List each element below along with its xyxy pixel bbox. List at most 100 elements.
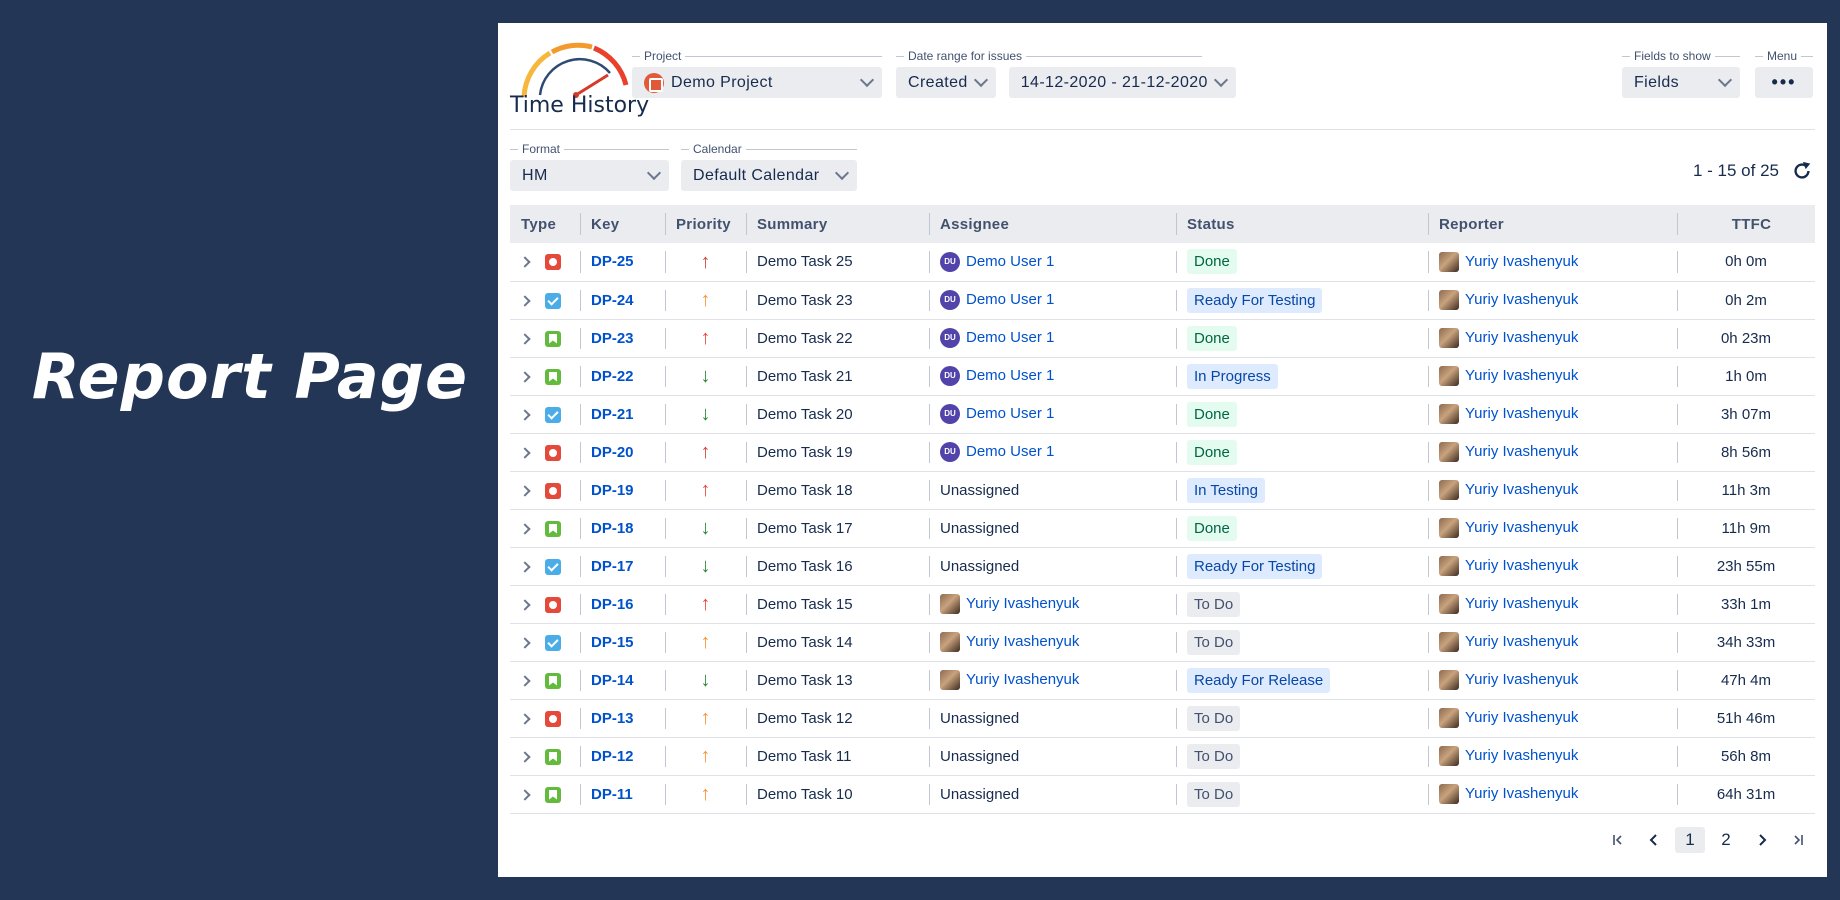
issue-key-link[interactable]: DP-22 [591, 368, 634, 385]
reporter-name[interactable]: Yuriy Ivashenyuk [1465, 785, 1578, 802]
assignee-name: Unassigned [940, 747, 1020, 765]
col-summary[interactable]: Summary [746, 205, 929, 243]
col-priority[interactable]: Priority [665, 205, 746, 243]
reporter-name[interactable]: Yuriy Ivashenyuk [1465, 329, 1578, 346]
issue-key-link[interactable]: DP-20 [591, 444, 634, 461]
refresh-icon[interactable] [1791, 160, 1813, 182]
chevron-right-icon[interactable] [519, 674, 531, 687]
menu-button[interactable]: ••• [1755, 67, 1813, 98]
assignee-name[interactable]: Demo User 1 [966, 291, 1054, 308]
chevron-right-icon[interactable] [519, 712, 531, 725]
page-1-button[interactable]: 1 [1675, 827, 1705, 853]
reporter-name[interactable]: Yuriy Ivashenyuk [1465, 253, 1578, 270]
assignee-name[interactable]: Demo User 1 [966, 253, 1054, 270]
col-assignee[interactable]: Assignee [929, 205, 1176, 243]
table-row[interactable]: DP-23 ↑ Demo Task 22 DU Demo User 1 Done Yuriy… [510, 319, 1815, 357]
chevron-right-icon[interactable] [519, 256, 531, 268]
issue-key-link[interactable]: DP-25 [591, 253, 634, 270]
chevron-right-icon[interactable] [519, 332, 531, 345]
chevron-right-icon[interactable] [519, 408, 531, 421]
project-filter: Project Demo Project [632, 49, 882, 98]
chevron-right-icon[interactable] [519, 446, 531, 459]
issue-key-link[interactable]: DP-11 [591, 786, 633, 803]
col-key[interactable]: Key [580, 205, 665, 243]
table-row[interactable]: DP-19 ↑ Demo Task 18 Unassigned In Testing Yu… [510, 471, 1815, 509]
calendar-select[interactable]: Default Calendar [681, 160, 857, 191]
chevron-right-icon[interactable] [519, 788, 531, 801]
reporter-name[interactable]: Yuriy Ivashenyuk [1465, 557, 1578, 574]
reporter-name[interactable]: Yuriy Ivashenyuk [1465, 595, 1578, 612]
fields-select[interactable]: Fields [1622, 67, 1740, 98]
assignee-name[interactable]: Demo User 1 [966, 367, 1054, 384]
issue-key-link[interactable]: DP-16 [591, 596, 634, 613]
assignee-name[interactable]: Demo User 1 [966, 405, 1054, 422]
table-row[interactable]: DP-11 ↑ Demo Task 10 Unassigned To Do Yuriy I… [510, 775, 1815, 813]
summary-cell: Demo Task 18 [746, 471, 929, 509]
chevron-right-icon[interactable] [519, 294, 531, 307]
date-range-select[interactable]: 14-12-2020 - 21-12-2020 [1008, 67, 1236, 98]
format-select[interactable]: HM [510, 160, 669, 191]
reporter-name[interactable]: Yuriy Ivashenyuk [1465, 519, 1578, 536]
table-row[interactable]: DP-20 ↑ Demo Task 19 DU Demo User 1 Done Yuriy… [510, 433, 1815, 471]
table-row[interactable]: DP-13 ↑ Demo Task 12 Unassigned To Do Yuriy I… [510, 699, 1815, 737]
table-row[interactable]: DP-24 ↑ Demo Task 23 DU Demo User 1 Ready For… [510, 281, 1815, 319]
type-cell [510, 775, 580, 813]
issue-key-link[interactable]: DP-23 [591, 330, 634, 347]
issue-key-link[interactable]: DP-19 [591, 482, 634, 499]
chevron-right-icon[interactable] [519, 522, 531, 535]
reporter-name[interactable]: Yuriy Ivashenyuk [1465, 405, 1578, 422]
col-ttfc[interactable]: TTFC [1677, 205, 1815, 243]
chevron-right-icon[interactable] [519, 636, 531, 649]
task-type-icon [545, 558, 561, 575]
assignee-name[interactable]: Yuriy Ivashenyuk [966, 595, 1079, 612]
issue-key-link[interactable]: DP-15 [591, 634, 634, 651]
avatar [1439, 518, 1459, 538]
issue-key-link[interactable]: DP-21 [591, 406, 634, 423]
issue-key-link[interactable]: DP-14 [591, 672, 634, 689]
col-type[interactable]: Type [510, 205, 580, 243]
table-row[interactable]: DP-15 ↑ Demo Task 14 Yuriy Ivashenyuk To Do Y… [510, 623, 1815, 661]
reporter-name[interactable]: Yuriy Ivashenyuk [1465, 291, 1578, 308]
issue-key-link[interactable]: DP-12 [591, 748, 634, 765]
table-row[interactable]: DP-12 ↑ Demo Task 11 Unassigned To Do Yuriy I… [510, 737, 1815, 775]
assignee-name[interactable]: Demo User 1 [966, 329, 1054, 346]
reporter-name[interactable]: Yuriy Ivashenyuk [1465, 443, 1578, 460]
col-status[interactable]: Status [1176, 205, 1428, 243]
reporter-name[interactable]: Yuriy Ivashenyuk [1465, 671, 1578, 688]
table-row[interactable]: DP-22 ↓ Demo Task 21 DU Demo User 1 In Progre… [510, 357, 1815, 395]
table-row[interactable]: DP-17 ↓ Demo Task 16 Unassigned Ready For Te… [510, 547, 1815, 585]
table-row[interactable]: DP-16 ↑ Demo Task 15 Yuriy Ivashenyuk To Do Y… [510, 585, 1815, 623]
assignee-name[interactable]: Yuriy Ivashenyuk [966, 671, 1079, 688]
report-panel: Time History Project Demo Project Date r… [498, 23, 1827, 877]
next-page-icon[interactable] [1747, 827, 1777, 853]
project-select[interactable]: Demo Project [632, 67, 882, 98]
assignee-name[interactable]: Yuriy Ivashenyuk [966, 633, 1079, 650]
chevron-right-icon[interactable] [519, 598, 531, 611]
reporter-name[interactable]: Yuriy Ivashenyuk [1465, 633, 1578, 650]
reporter-name[interactable]: Yuriy Ivashenyuk [1465, 481, 1578, 498]
issue-key-link[interactable]: DP-18 [591, 520, 634, 537]
type-cell [510, 509, 580, 547]
issue-key-link[interactable]: DP-17 [591, 558, 634, 575]
reporter-name[interactable]: Yuriy Ivashenyuk [1465, 709, 1578, 726]
table-row[interactable]: DP-14 ↓ Demo Task 13 Yuriy Ivashenyuk Ready … [510, 661, 1815, 699]
prev-page-icon[interactable] [1639, 827, 1669, 853]
table-row[interactable]: DP-21 ↓ Demo Task 20 DU Demo User 1 Done Yuriy… [510, 395, 1815, 433]
date-type-select[interactable]: Created [896, 67, 996, 98]
last-page-icon[interactable] [1783, 827, 1813, 853]
chevron-right-icon[interactable] [519, 484, 531, 497]
assignee-name[interactable]: Demo User 1 [966, 443, 1054, 460]
issue-key-link[interactable]: DP-24 [591, 292, 634, 309]
first-page-icon[interactable] [1603, 827, 1633, 853]
reporter-name[interactable]: Yuriy Ivashenyuk [1465, 367, 1578, 384]
chevron-right-icon[interactable] [519, 560, 531, 573]
table-row[interactable]: DP-25 ↑ Demo Task 25 DU Demo User 1 Done Yuriy… [510, 243, 1815, 281]
reporter-name[interactable]: Yuriy Ivashenyuk [1465, 747, 1578, 764]
issue-key-link[interactable]: DP-13 [591, 710, 634, 727]
col-reporter[interactable]: Reporter [1428, 205, 1677, 243]
chevron-right-icon[interactable] [519, 750, 531, 763]
table-row[interactable]: DP-18 ↓ Demo Task 17 Unassigned Done Yuriy Iv… [510, 509, 1815, 547]
chevron-right-icon[interactable] [519, 370, 531, 383]
page-2-button[interactable]: 2 [1711, 827, 1741, 853]
avatar [1439, 670, 1459, 690]
